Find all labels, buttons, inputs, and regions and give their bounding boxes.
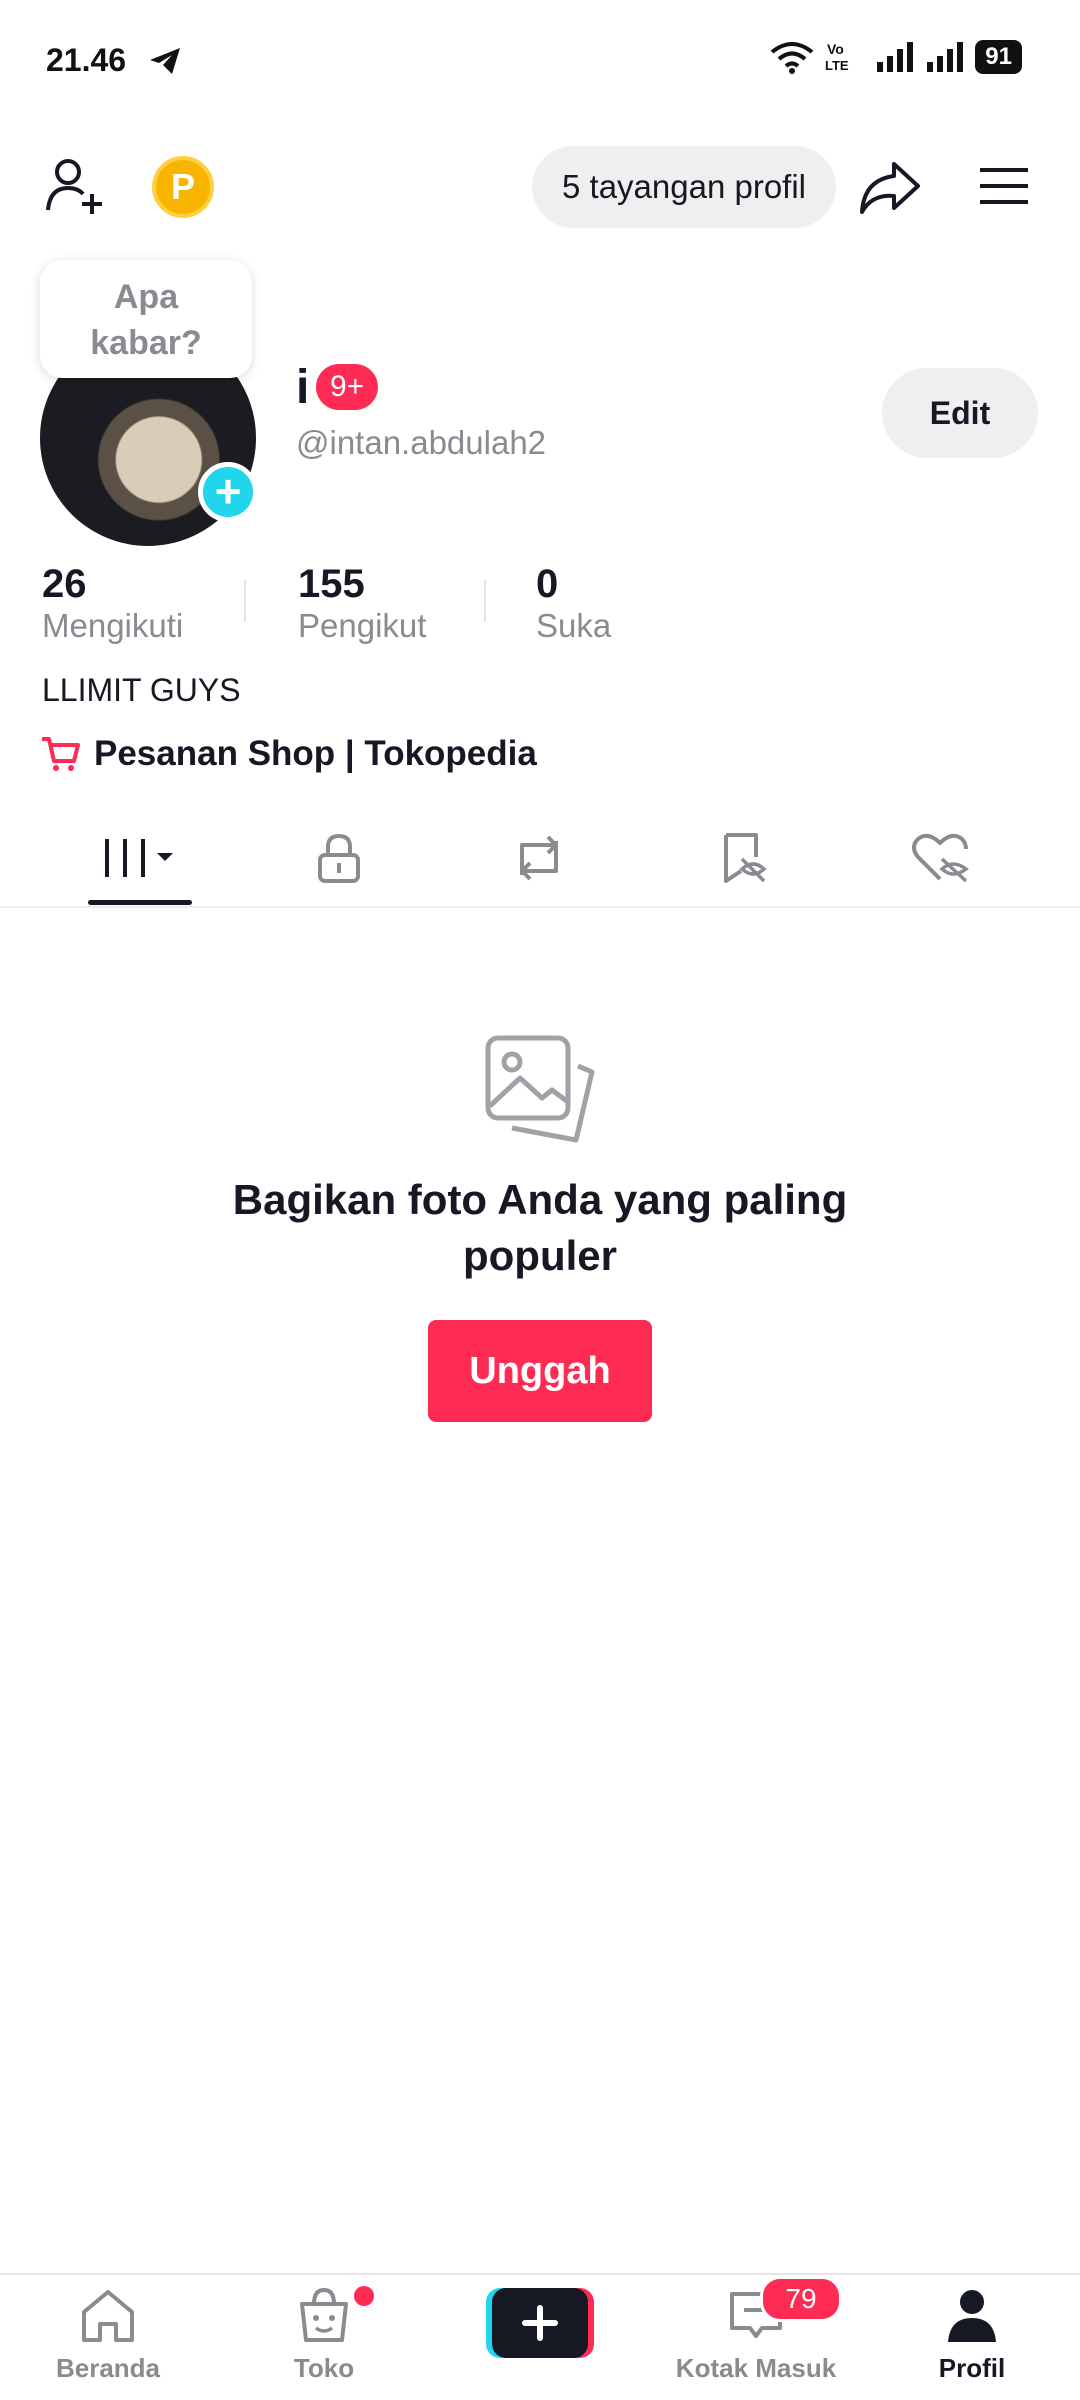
add-story-icon[interactable]: +: [198, 462, 258, 522]
stat-label: Pengikut: [298, 607, 427, 644]
shop-notification-dot: [354, 2286, 374, 2306]
tab-saved[interactable]: [688, 820, 798, 896]
empty-title-line-2: populer: [463, 1232, 617, 1279]
nav-label: Profil: [938, 2353, 1006, 2383]
volte-icon: Vo LTE: [825, 41, 849, 73]
nav-label: Toko: [293, 2353, 355, 2383]
tab-liked[interactable]: [886, 820, 996, 896]
stat-divider: [244, 580, 246, 622]
stat-followers[interactable]: 155 Pengikut: [298, 562, 426, 645]
home-icon: [82, 2290, 134, 2342]
battery-icon: 91: [975, 40, 1022, 74]
cart-icon: [42, 737, 80, 771]
nav-label: Beranda: [55, 2353, 161, 2383]
status-bubble[interactable]: Apa kabar?: [40, 260, 252, 378]
stat-value: 0: [536, 562, 559, 606]
bubble-line-2: kabar?: [90, 324, 202, 362]
stat-likes[interactable]: 0 Suka: [536, 562, 611, 645]
shopping-bag-icon: [300, 2287, 348, 2342]
share-icon[interactable]: [858, 158, 922, 218]
add-friend-icon[interactable]: [44, 154, 108, 218]
nav-label: Kotak Masuk: [675, 2353, 837, 2383]
grid-icon: [105, 839, 173, 877]
shop-link-label: Pesanan Shop | Tokopedia: [94, 734, 537, 773]
username: @intan.abdulah2: [296, 424, 547, 461]
signal-icon: [877, 42, 914, 72]
menu-icon[interactable]: [978, 164, 1030, 208]
bubble-line-1: Apa: [113, 278, 179, 316]
display-name: i: [296, 361, 310, 414]
bio: LLIMIT GUYS: [42, 672, 241, 708]
shop-link[interactable]: Pesanan Shop | Tokopedia: [40, 734, 537, 774]
nav-profile[interactable]: Profil: [882, 2286, 1062, 2396]
nav-shop[interactable]: Toko: [234, 2286, 414, 2396]
bottom-nav-divider: [0, 2273, 1080, 2275]
create-button[interactable]: [486, 2288, 594, 2358]
svg-text:Vo: Vo: [827, 41, 844, 57]
tab-reposts[interactable]: [484, 820, 594, 896]
profile-icon: [948, 2290, 996, 2342]
tabs-divider: [0, 906, 1080, 908]
tab-videos[interactable]: [86, 820, 196, 896]
liked-hidden-icon: [912, 833, 969, 883]
stat-value: 155: [298, 562, 365, 606]
stat-label: Suka: [536, 607, 612, 644]
repost-icon: [520, 835, 558, 881]
upload-button[interactable]: Unggah: [428, 1320, 652, 1422]
signal-icon: [927, 42, 964, 72]
coin-icon[interactable]: P: [152, 156, 214, 218]
nav-home[interactable]: Beranda: [18, 2286, 198, 2396]
profile-views-pill[interactable]: 5 tayangan profil: [532, 146, 836, 228]
status-icons: Vo LTE 91: [769, 40, 1022, 74]
stat-divider: [484, 580, 486, 622]
tab-private[interactable]: [284, 820, 394, 896]
empty-state-title: Bagikan foto Anda yang paling populer: [140, 1172, 940, 1284]
active-tab-indicator: [88, 900, 192, 905]
wifi-icon: [771, 42, 814, 74]
saved-hidden-icon: [724, 833, 767, 883]
empty-title-line-1: Bagikan foto Anda yang paling: [232, 1176, 848, 1223]
status-time: 21.46: [46, 42, 127, 78]
inbox-badge: 79: [760, 2276, 842, 2322]
lock-icon: [318, 833, 360, 883]
stat-label: Mengikuti: [42, 607, 184, 644]
stat-value: 26: [42, 562, 87, 606]
stat-following[interactable]: 26 Mengikuti: [42, 562, 183, 645]
edit-profile-button[interactable]: Edit: [882, 368, 1038, 458]
notification-badge: 9+: [316, 364, 379, 410]
photos-icon: [485, 1035, 595, 1143]
svg-text:LTE: LTE: [825, 58, 849, 73]
telegram-icon: [150, 48, 180, 74]
